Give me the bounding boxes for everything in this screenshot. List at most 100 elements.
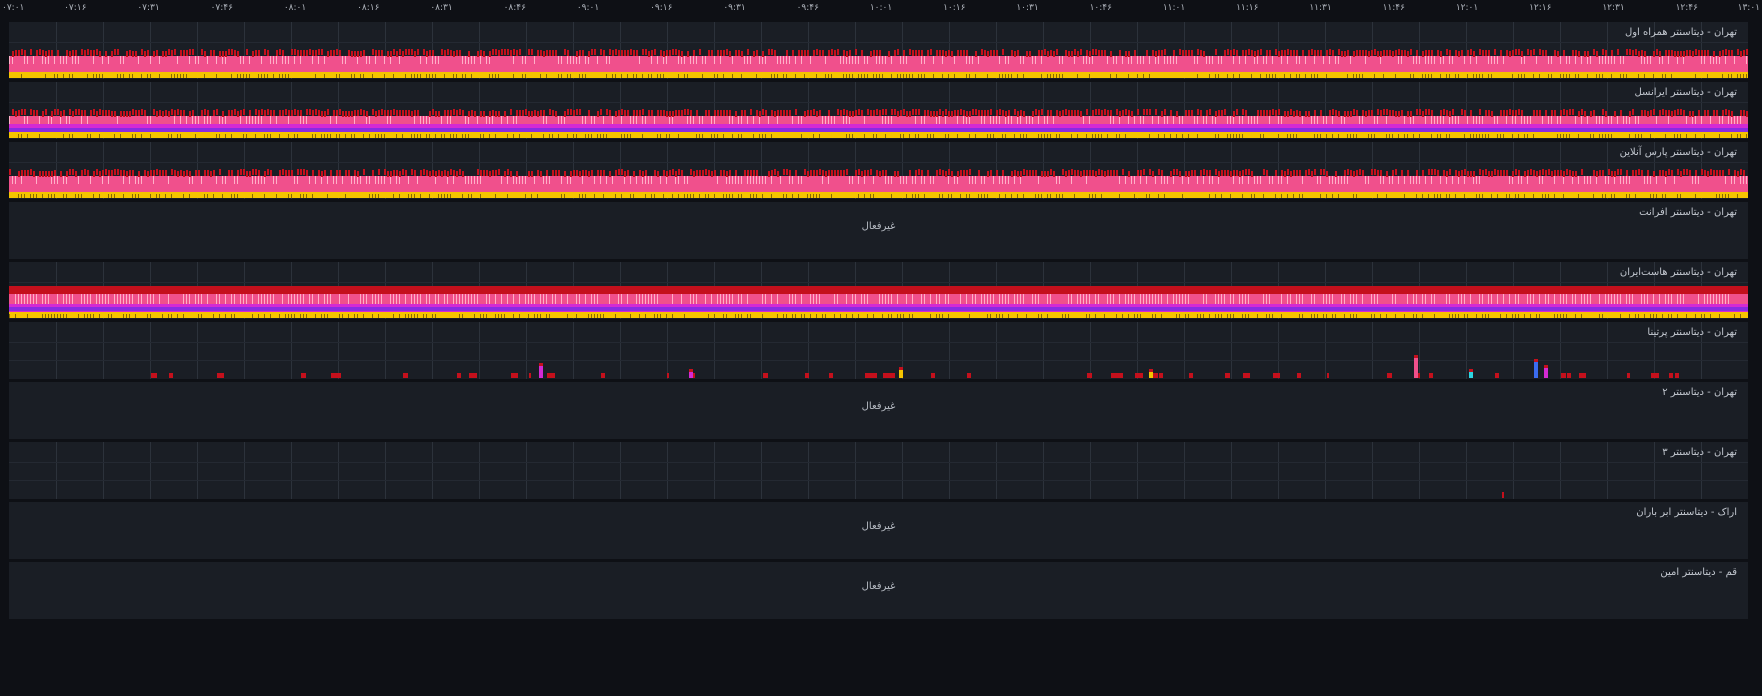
status-tick-red	[381, 109, 383, 115]
status-tick	[1305, 74, 1306, 78]
status-tick	[1650, 176, 1651, 184]
status-tick-red	[1326, 171, 1328, 177]
status-tick	[1257, 314, 1258, 318]
datacenter-panel[interactable]: تهران - دیتاسنتر ۳	[9, 442, 1748, 499]
status-tick-red	[1125, 109, 1127, 115]
status-tick	[1209, 74, 1210, 78]
status-tick	[447, 194, 448, 198]
status-tick	[1281, 314, 1282, 318]
datacenter-panel[interactable]: غیرفعال تهران - دیتاسنتر افرانت	[9, 202, 1748, 259]
status-tick	[318, 294, 319, 304]
status-tick	[1518, 314, 1519, 318]
status-tick	[1395, 314, 1396, 318]
status-tick	[534, 314, 535, 318]
status-tick	[1713, 294, 1714, 304]
status-tick	[702, 74, 703, 78]
status-tick-red	[1641, 50, 1643, 56]
status-tick-red	[1470, 49, 1472, 55]
status-tick	[969, 74, 970, 78]
status-tick	[1233, 294, 1234, 304]
status-tick	[1722, 194, 1723, 198]
status-tick-red	[639, 110, 641, 116]
status-tick	[366, 56, 367, 64]
status-tick	[177, 56, 178, 64]
datacenter-panel[interactable]: تهران - دیتاسنتر پرتینا	[9, 322, 1748, 379]
status-tick	[1440, 134, 1441, 138]
status-tick-red	[1131, 111, 1133, 117]
status-tick-red	[1041, 50, 1043, 56]
datacenter-panel[interactable]: غیرفعال قم - دیتاسنتر امین	[9, 562, 1748, 619]
status-tick	[147, 116, 148, 124]
status-tick	[1182, 294, 1183, 304]
status-tick	[456, 134, 457, 138]
status-tick	[702, 116, 703, 124]
status-tick	[1086, 56, 1087, 64]
status-tick	[789, 294, 790, 304]
datacenter-panel[interactable]: غیرفعال تهران - دیتاسنتر ۲	[9, 382, 1748, 439]
status-tick-red	[1020, 110, 1022, 116]
status-tick	[567, 134, 568, 138]
status-tick	[1014, 176, 1015, 184]
status-tick-red	[150, 170, 152, 176]
datacenter-panel[interactable]: تهران - دیتاسنتر پارس آنلاین	[9, 142, 1748, 199]
status-tick-red	[1395, 50, 1397, 56]
status-tick-red	[1314, 50, 1316, 56]
status-tick	[582, 194, 583, 198]
datacenter-panel[interactable]: غیرفعال اراک - دیتاسنتر ابر باران	[9, 502, 1748, 559]
status-tick	[495, 314, 496, 318]
status-tick-red	[1164, 109, 1166, 115]
status-tick-red	[912, 109, 914, 115]
status-tick-red	[1176, 169, 1178, 175]
status-tick	[45, 74, 46, 78]
status-tick-red	[1221, 110, 1223, 116]
status-tick-red	[1389, 110, 1391, 116]
status-tick	[1287, 294, 1288, 304]
status-tick-red	[264, 110, 266, 116]
status-tick	[792, 176, 793, 184]
status-tick	[339, 134, 340, 138]
status-tick	[177, 74, 178, 78]
status-tick	[399, 194, 400, 198]
status-tick	[468, 176, 469, 184]
status-tick-red	[1404, 50, 1406, 56]
status-tick	[1665, 74, 1666, 78]
status-tick	[471, 194, 472, 198]
status-tick	[468, 194, 469, 198]
status-tick	[1524, 134, 1525, 138]
status-tick	[57, 74, 58, 78]
status-tick	[159, 294, 160, 304]
status-tick-red	[531, 49, 533, 55]
status-tick-red	[636, 110, 638, 116]
status-tick	[852, 294, 853, 304]
status-tick-red	[756, 170, 758, 176]
status-tick	[1476, 74, 1477, 78]
status-tick-red	[903, 109, 905, 115]
status-tick	[927, 134, 928, 138]
status-tick-red	[1611, 171, 1613, 177]
datacenter-panel[interactable]: تهران - دیتاسنتر هاست‌ایران	[9, 262, 1748, 319]
datacenter-panel[interactable]: تهران - دیتاسنتر همراه اول	[9, 22, 1748, 79]
status-tick	[18, 194, 19, 198]
status-tick-red	[699, 170, 701, 176]
status-tick	[51, 194, 52, 198]
status-tick	[255, 134, 256, 138]
status-tick-red	[1296, 170, 1298, 176]
status-tick-red	[69, 109, 71, 115]
status-tick-red	[1122, 110, 1124, 116]
status-tick	[852, 176, 853, 184]
status-tick	[585, 56, 586, 64]
status-tick-red	[1737, 171, 1739, 177]
status-tick	[654, 116, 655, 124]
status-tick-red	[243, 169, 245, 175]
status-tick	[603, 194, 604, 198]
status-tick	[702, 56, 703, 64]
status-tick	[111, 314, 112, 318]
status-tick	[471, 56, 472, 64]
status-tick-red	[582, 50, 584, 56]
status-tick	[66, 314, 67, 318]
axis-tick: ۰۷:۳۱	[137, 3, 160, 13]
datacenter-panel[interactable]: تهران - دیتاسنتر ایرانسل	[9, 82, 1748, 139]
status-tick	[150, 116, 151, 124]
status-tick	[1599, 294, 1600, 304]
status-tick-red	[1713, 170, 1715, 176]
